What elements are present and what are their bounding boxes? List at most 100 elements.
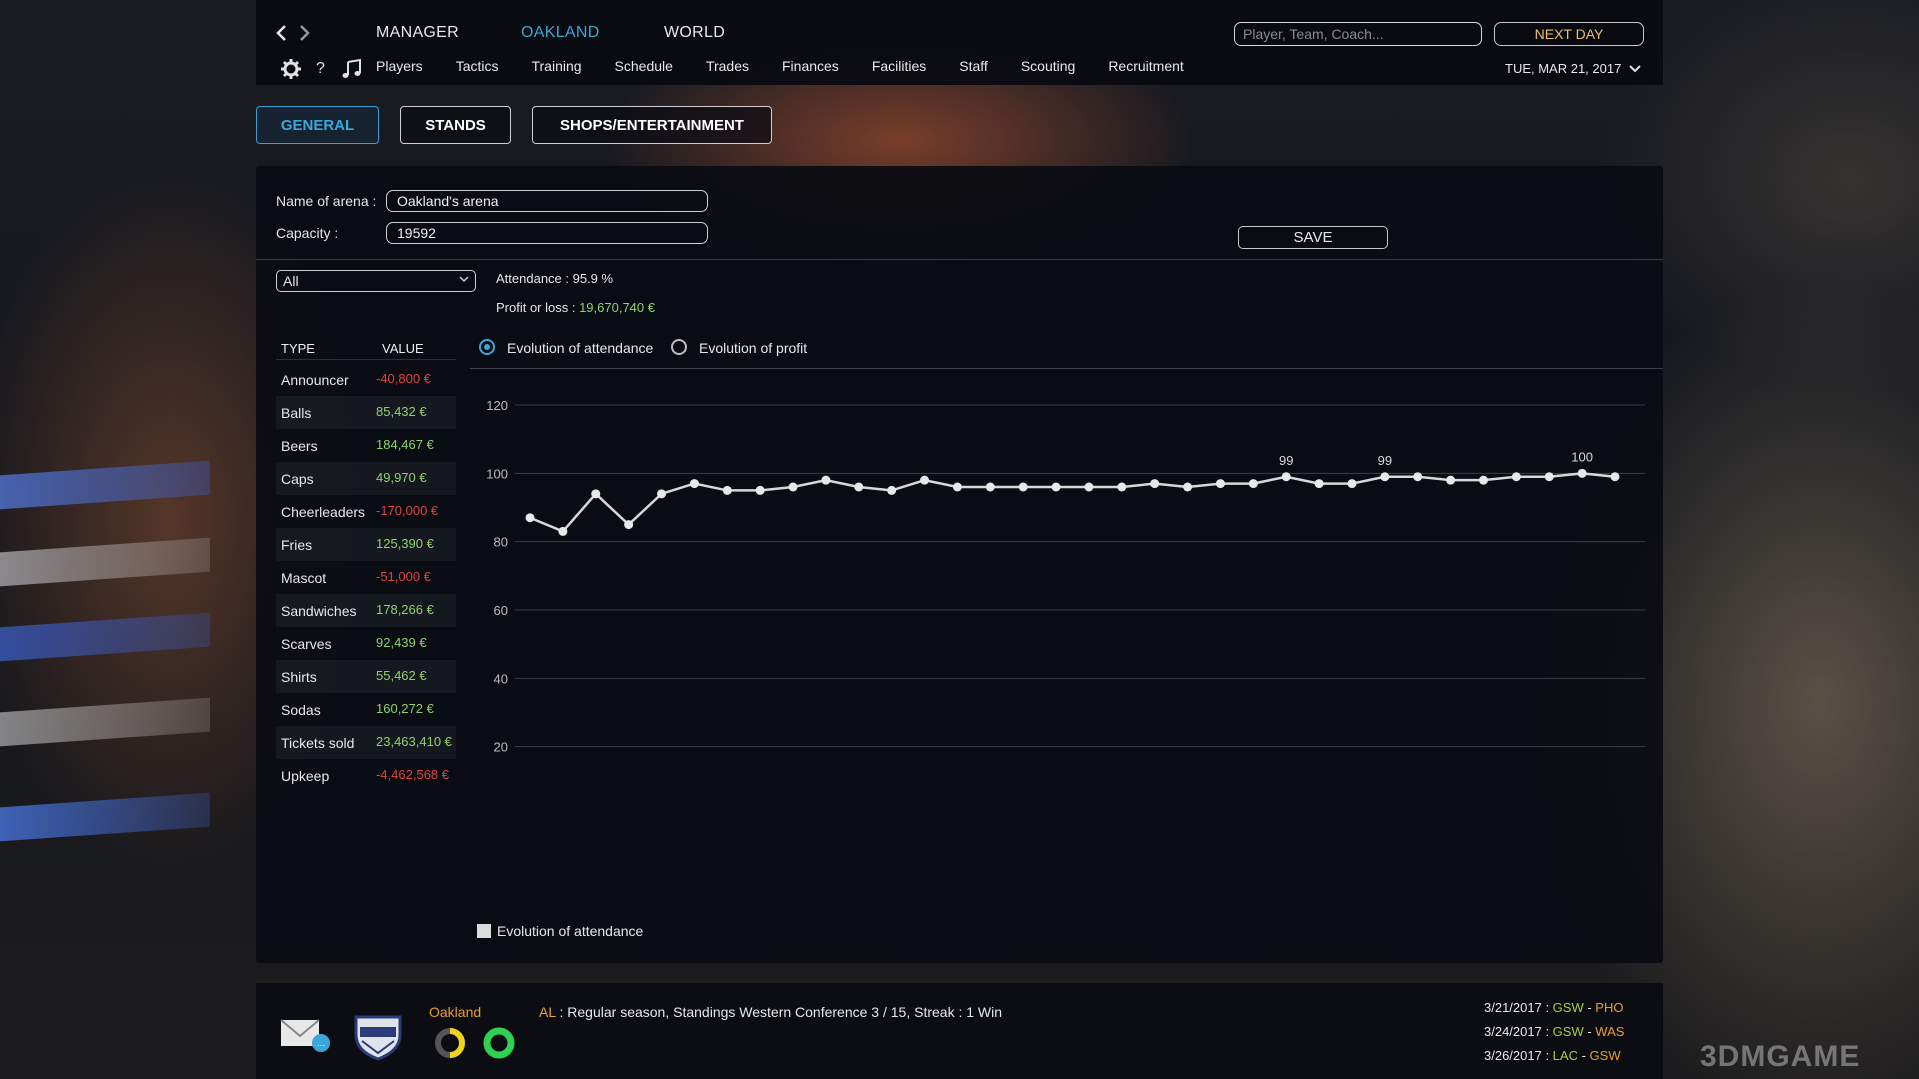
table-row: Beers 184,467 €: [276, 429, 456, 462]
subnav-finances[interactable]: Finances: [782, 58, 839, 74]
data-point[interactable]: [558, 526, 568, 536]
filter-value: All: [283, 273, 299, 289]
type-value: 92,439 €: [376, 635, 427, 650]
data-point[interactable]: [887, 485, 897, 495]
data-point[interactable]: [1150, 479, 1160, 489]
radio-attendance-label[interactable]: Evolution of attendance: [507, 340, 653, 356]
data-point[interactable]: [920, 475, 930, 485]
tab-stands[interactable]: STANDS: [400, 106, 511, 144]
data-point[interactable]: [1248, 479, 1258, 489]
data-point[interactable]: [854, 482, 864, 492]
subnav-recruitment[interactable]: Recruitment: [1108, 58, 1183, 74]
data-point[interactable]: [1314, 479, 1324, 489]
subnav-scouting[interactable]: Scouting: [1021, 58, 1075, 74]
current-date[interactable]: TUE, MAR 21, 2017: [1505, 61, 1641, 76]
radio-attendance[interactable]: [479, 339, 495, 355]
data-point[interactable]: [657, 489, 667, 499]
data-point[interactable]: [624, 520, 634, 530]
game-sep: -: [1577, 1048, 1590, 1063]
subnav-players[interactable]: Players: [376, 58, 423, 74]
data-point[interactable]: [985, 482, 995, 492]
data-point[interactable]: [525, 513, 535, 523]
data-point[interactable]: [1446, 475, 1456, 485]
data-point[interactable]: [1281, 472, 1291, 482]
help-icon[interactable]: ?: [316, 60, 325, 78]
data-point[interactable]: [1478, 475, 1488, 485]
data-point[interactable]: [788, 482, 798, 492]
game-date: 3/21/2017 :: [1484, 1000, 1553, 1015]
data-point[interactable]: [1577, 468, 1587, 478]
music-icon[interactable]: [341, 58, 363, 85]
value-column-header: VALUE: [382, 341, 424, 356]
data-point[interactable]: [591, 489, 601, 499]
data-point[interactable]: [1215, 479, 1225, 489]
subnav-schedule[interactable]: Schedule: [615, 58, 673, 74]
game-home: GSW: [1552, 1024, 1584, 1039]
type-value: -51,000 €: [376, 569, 431, 584]
subnav-trades[interactable]: Trades: [706, 58, 749, 74]
type-name: Sandwiches: [281, 603, 357, 619]
watermark: 3DMGAME: [1700, 1040, 1861, 1073]
table-row: Sandwiches 178,266 €: [276, 594, 456, 627]
data-point[interactable]: [1051, 482, 1061, 492]
data-point[interactable]: [1544, 472, 1554, 482]
game-away: WAS: [1595, 1024, 1625, 1039]
tab-oakland[interactable]: OAKLAND: [521, 24, 600, 42]
data-point[interactable]: [1511, 472, 1521, 482]
data-point[interactable]: [1610, 472, 1620, 482]
search-input[interactable]: [1234, 22, 1482, 46]
chevron-down-icon: [1629, 65, 1641, 73]
table-row: Scarves 92,439 €: [276, 627, 456, 660]
next-day-button[interactable]: NEXT DAY: [1494, 22, 1644, 46]
data-point[interactable]: [689, 479, 699, 489]
data-point[interactable]: [1183, 482, 1193, 492]
date-label: TUE, MAR 21, 2017: [1505, 61, 1622, 76]
data-point[interactable]: [722, 485, 732, 495]
subnav-training[interactable]: Training: [531, 58, 581, 74]
y-tick-label: 20: [494, 740, 508, 755]
type-filter-select[interactable]: All: [276, 270, 476, 292]
data-point[interactable]: [1117, 482, 1127, 492]
game-row[interactable]: 3/24/2017 : GSW - WAS: [1484, 1024, 1624, 1039]
radio-profit[interactable]: [671, 339, 687, 355]
game-row[interactable]: 3/26/2017 : LAC - GSW: [1484, 1048, 1621, 1063]
tab-shops-entertainment[interactable]: SHOPS/ENTERTAINMENT: [532, 106, 772, 144]
type-value: 178,266 €: [376, 602, 434, 617]
data-point[interactable]: [1018, 482, 1028, 492]
mail-icon[interactable]: ...: [279, 1018, 333, 1059]
data-point[interactable]: [952, 482, 962, 492]
tab-world[interactable]: WORLD: [664, 24, 725, 42]
data-label: 100: [1571, 449, 1593, 464]
tab-general[interactable]: GENERAL: [256, 106, 379, 144]
game-away: PHO: [1595, 1000, 1624, 1015]
data-point[interactable]: [821, 475, 831, 485]
table-header-divider: [276, 359, 456, 360]
profit-label: Profit or loss :: [496, 300, 580, 315]
forward-icon[interactable]: [298, 24, 312, 42]
chevron-down-icon: [459, 276, 469, 283]
back-icon[interactable]: [274, 24, 288, 42]
team-logo[interactable]: [348, 1011, 408, 1066]
data-point[interactable]: [1347, 479, 1357, 489]
capacity-field[interactable]: 19592: [386, 222, 708, 244]
section-divider: [256, 259, 1663, 260]
subnav-staff[interactable]: Staff: [959, 58, 988, 74]
y-tick-label: 80: [494, 535, 508, 550]
radio-profit-label[interactable]: Evolution of profit: [699, 340, 807, 356]
save-button[interactable]: SAVE: [1238, 226, 1388, 249]
arena-name-field[interactable]: Oakland's arena: [386, 190, 708, 212]
game-row[interactable]: 3/21/2017 : GSW - PHO: [1484, 1000, 1623, 1015]
type-name: Caps: [281, 471, 314, 487]
data-point[interactable]: [1084, 482, 1094, 492]
data-point[interactable]: [1380, 472, 1390, 482]
subnav-tactics[interactable]: Tactics: [456, 58, 499, 74]
tab-manager[interactable]: MANAGER: [376, 24, 459, 42]
type-name: Fries: [281, 537, 313, 553]
data-point[interactable]: [1413, 472, 1423, 482]
gear-icon[interactable]: [280, 58, 302, 85]
data-point[interactable]: [755, 485, 765, 495]
capacity-label: Capacity :: [276, 225, 339, 241]
morale-gauge-icon: [434, 1027, 466, 1064]
subnav-facilities[interactable]: Facilities: [872, 58, 926, 74]
type-value: -40,800 €: [376, 371, 431, 386]
